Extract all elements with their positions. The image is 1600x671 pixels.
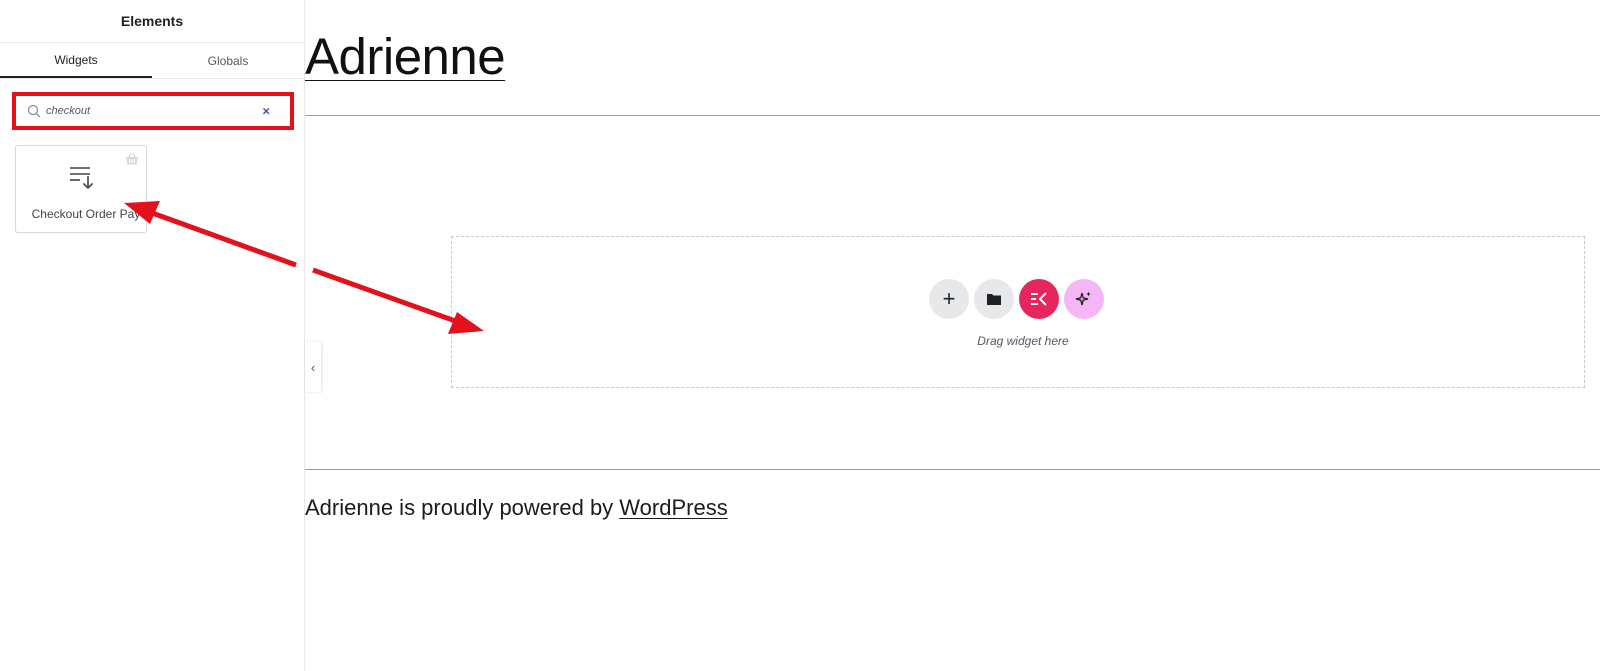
elementskit-button[interactable] xyxy=(1019,279,1059,319)
list-sort-icon xyxy=(70,167,94,190)
tab-globals[interactable]: Globals xyxy=(152,43,304,78)
site-title[interactable]: Adrienne xyxy=(305,27,506,86)
panel-tabs: Widgets Globals xyxy=(0,43,304,79)
app-root: Elements Widgets Globals × xyxy=(0,0,1600,671)
ai-button[interactable] xyxy=(1064,279,1104,319)
dropzone-hint: Drag widget here xyxy=(977,334,1069,348)
footer-prefix: Adrienne is proudly powered by xyxy=(305,495,620,520)
add-template-button[interactable] xyxy=(974,279,1014,319)
widget-label: Checkout Order Pay xyxy=(31,207,141,221)
footer-divider xyxy=(305,469,1600,470)
elementskit-logo-icon xyxy=(1031,292,1047,306)
widget-checkout-order-pay[interactable]: Checkout Order Pay xyxy=(15,145,147,233)
arrow-to-dropzone xyxy=(312,267,473,330)
tab-widgets[interactable]: Widgets xyxy=(0,43,152,78)
basket-icon xyxy=(126,153,138,165)
footer-credit: Adrienne is proudly powered by WordPress xyxy=(305,495,728,521)
folder-icon xyxy=(987,294,1001,305)
panel-title: Elements xyxy=(120,13,184,29)
chevron-left-icon: ‹ xyxy=(310,359,316,375)
panel-header: Elements xyxy=(0,0,304,43)
add-section-button[interactable]: + xyxy=(929,279,969,319)
search-highlight-frame: × xyxy=(12,92,294,130)
search-box: × xyxy=(20,100,286,122)
search-input[interactable] xyxy=(46,105,246,117)
clear-search-icon[interactable]: × xyxy=(262,104,270,119)
header-divider xyxy=(305,115,1600,116)
wordpress-link[interactable]: WordPress xyxy=(619,495,727,520)
plus-icon: + xyxy=(942,286,956,311)
dropzone-buttons: + xyxy=(929,279,1104,319)
collapse-panel-button[interactable]: ‹ xyxy=(305,342,321,392)
widget-dropzone[interactable]: + Drag widget here xyxy=(451,236,1585,388)
search-icon xyxy=(27,104,41,118)
sparkle-icon xyxy=(1075,291,1091,306)
